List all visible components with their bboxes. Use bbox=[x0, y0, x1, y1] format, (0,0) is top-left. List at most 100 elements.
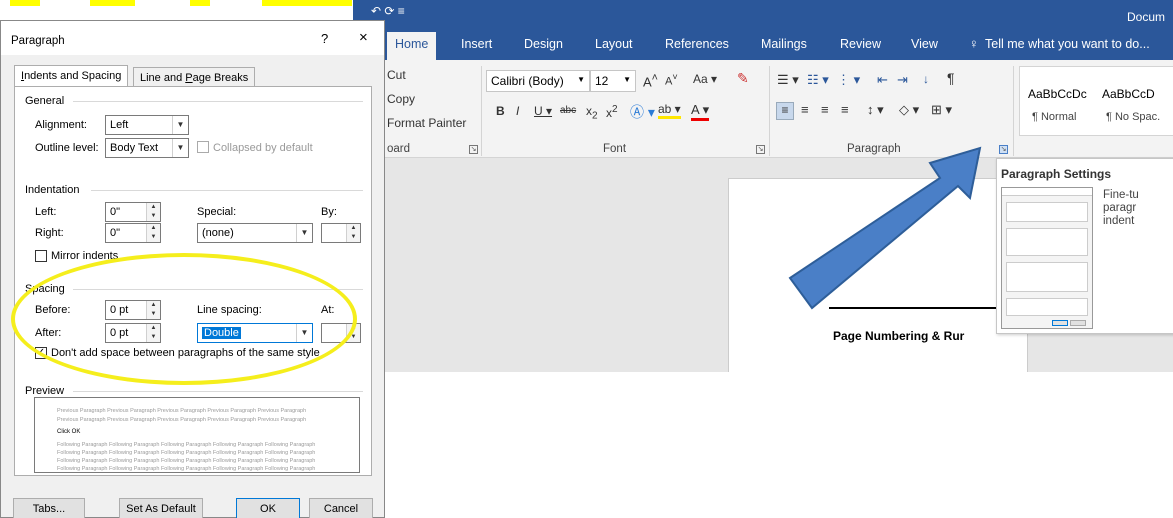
underline-icon[interactable]: U ▾ bbox=[534, 104, 552, 118]
font-color-icon[interactable]: A ▾ bbox=[691, 102, 710, 121]
copy-button[interactable]: Copy bbox=[387, 92, 415, 106]
collapsed-checkbox[interactable] bbox=[197, 141, 209, 153]
ribbon: Cut Copy Format Painter oard ↘ Calibri (… bbox=[353, 60, 1173, 158]
bullets-icon[interactable]: ☰ ▾ bbox=[777, 72, 799, 88]
italic-icon[interactable]: I bbox=[516, 104, 519, 118]
screen: { "word": { "title": "Docum", "tabs": ["… bbox=[0, 0, 1173, 518]
by-label: By: bbox=[321, 206, 337, 218]
style-normal[interactable]: AaBbCcDc ¶ Normal bbox=[1028, 87, 1087, 123]
spinner-arrows-icon[interactable]: ▲ ▼ bbox=[146, 224, 160, 242]
cancel-button[interactable]: Cancel bbox=[309, 498, 373, 518]
indentation-heading: Indentation bbox=[25, 184, 80, 196]
text-effects-icon[interactable]: Ⓐ ▾ bbox=[630, 102, 655, 122]
tooltip-title: Paragraph Settings bbox=[1001, 167, 1112, 181]
style-name: ¶ No Spac. bbox=[1106, 111, 1161, 123]
tab-view[interactable]: View bbox=[911, 37, 938, 51]
special-select[interactable]: (none) ▼ bbox=[197, 223, 313, 243]
divider bbox=[73, 101, 363, 102]
tab-layout[interactable]: Layout bbox=[595, 37, 633, 51]
show-marks-icon[interactable]: ¶ bbox=[947, 70, 955, 86]
subscript-icon[interactable]: x2 bbox=[586, 104, 598, 121]
font-group-label: Font bbox=[603, 143, 627, 155]
style-preview: AaBbCcDc bbox=[1028, 87, 1087, 101]
font-launcher-icon[interactable]: ↘ bbox=[756, 145, 765, 154]
preview-previous-text: Previous Paragraph Previous Paragraph Pr… bbox=[57, 408, 307, 414]
align-left-icon[interactable]: ≡ bbox=[776, 102, 794, 120]
preview-following-text: Following Paragraph Following Paragraph … bbox=[57, 466, 316, 472]
style-no-spacing[interactable]: AaBbCcD ¶ No Spac. bbox=[1102, 87, 1160, 123]
spinner-arrows-icon[interactable]: ▲ ▼ bbox=[146, 203, 160, 221]
preview-previous-text: Previous Paragraph Previous Paragraph Pr… bbox=[57, 417, 307, 423]
left-indent-label: Left: bbox=[35, 206, 57, 218]
preview-following-text: Following Paragraph Following Paragraph … bbox=[57, 442, 316, 448]
sort-icon[interactable]: ↓ bbox=[923, 72, 929, 86]
highlight-mark bbox=[262, 0, 352, 6]
ok-button[interactable]: OK bbox=[236, 498, 300, 518]
preview-following-text: Following Paragraph Following Paragraph … bbox=[57, 458, 316, 464]
justify-icon[interactable]: ≡ bbox=[841, 102, 849, 117]
paragraph-launcher-icon[interactable]: ↘ bbox=[999, 145, 1008, 154]
shading-icon[interactable]: ◇ ▾ bbox=[899, 102, 919, 118]
collapsed-label: Collapsed by default bbox=[213, 142, 313, 154]
tab-indents-and-spacing[interactable]: Indents and Spacing bbox=[14, 65, 129, 87]
left-indent-spinner[interactable]: 0" ▲ ▼ bbox=[105, 202, 161, 222]
set-as-default-button[interactable]: Set As Default bbox=[119, 498, 203, 518]
numbering-icon[interactable]: ☷ ▾ bbox=[807, 72, 829, 88]
clear-formatting-icon[interactable]: ✎ bbox=[737, 70, 749, 87]
strikethrough-icon[interactable]: abc bbox=[560, 105, 576, 116]
borders-icon[interactable]: ⊞ ▾ bbox=[931, 102, 952, 118]
paragraph-settings-tooltip: Paragraph Settings Fine-tu paragr indent bbox=[996, 158, 1173, 334]
superscript-icon[interactable]: x2 bbox=[606, 104, 618, 120]
tab-references[interactable]: References bbox=[665, 37, 729, 51]
highlight-mark bbox=[10, 0, 40, 6]
group-divider bbox=[769, 66, 770, 156]
tab-design[interactable]: Design bbox=[524, 37, 563, 51]
ribbon-tabs: Home Insert Design Layout References Mai… bbox=[353, 32, 1173, 60]
clipboard-group-label: oard bbox=[387, 143, 411, 155]
special-value: (none) bbox=[202, 227, 234, 239]
clipboard-launcher-icon[interactable]: ↘ bbox=[469, 145, 478, 154]
cut-button[interactable]: Cut bbox=[387, 68, 406, 82]
highlight-color-icon[interactable]: ab ▾ bbox=[658, 102, 681, 119]
font-size-combo[interactable]: 12 ▼ bbox=[590, 70, 636, 92]
shrink-font-icon[interactable]: A˅ bbox=[665, 72, 678, 88]
increase-indent-icon[interactable]: ⇥ bbox=[897, 72, 908, 88]
special-label: Special: bbox=[197, 206, 237, 218]
tab-home[interactable]: Home bbox=[387, 32, 437, 60]
grow-font-icon[interactable]: A˄ bbox=[643, 72, 658, 89]
document-heading: Page Numbering & Rur bbox=[833, 329, 965, 343]
format-painter-button[interactable]: Format Painter bbox=[387, 116, 466, 130]
group-divider bbox=[481, 66, 482, 156]
align-center-icon[interactable]: ≡ bbox=[801, 102, 809, 117]
tab-line-and-page-breaks[interactable]: Line and Page Breaks bbox=[133, 67, 256, 87]
tab-accesskey: P bbox=[185, 72, 193, 84]
help-button[interactable]: ? bbox=[321, 31, 328, 46]
align-right-icon[interactable]: ≡ bbox=[821, 102, 829, 117]
spinner-arrows-icon[interactable]: ▲ ▼ bbox=[346, 224, 360, 242]
divider bbox=[91, 190, 363, 191]
tooltip-line: paragr bbox=[1103, 202, 1137, 214]
font-name-combo[interactable]: Calibri (Body) ▼ bbox=[486, 70, 590, 92]
bold-icon[interactable]: B bbox=[496, 104, 505, 118]
alignment-select[interactable]: Left ▼ bbox=[105, 115, 189, 135]
line-spacing-icon[interactable]: ↕ ▾ bbox=[867, 102, 884, 118]
close-icon[interactable]: × bbox=[359, 29, 368, 46]
style-name: ¶ Normal bbox=[1032, 111, 1077, 123]
multilevel-list-icon[interactable]: ⋮ ▾ bbox=[837, 72, 860, 88]
outline-level-label: Outline level: bbox=[35, 142, 99, 154]
tabs-button[interactable]: Tabs... bbox=[13, 498, 85, 518]
arrow-shape bbox=[788, 146, 982, 310]
highlight-mark bbox=[90, 0, 135, 6]
right-indent-spinner[interactable]: 0" ▲ ▼ bbox=[105, 223, 161, 243]
preview-following-text: Following Paragraph Following Paragraph … bbox=[57, 450, 316, 456]
tab-review[interactable]: Review bbox=[840, 37, 881, 51]
tab-insert[interactable]: Insert bbox=[461, 37, 492, 51]
change-case-icon[interactable]: Aa ▾ bbox=[693, 72, 717, 86]
tab-mailings[interactable]: Mailings bbox=[761, 37, 807, 51]
mirror-indents-checkbox[interactable] bbox=[35, 250, 47, 262]
outline-level-select[interactable]: Body Text ▼ bbox=[105, 138, 189, 158]
by-spinner[interactable]: ▲ ▼ bbox=[321, 223, 361, 243]
undo-icon[interactable]: ↶ ⟳ ≡ bbox=[371, 4, 405, 18]
decrease-indent-icon[interactable]: ⇤ bbox=[877, 72, 888, 88]
tell-me-search[interactable]: Tell me what you want to do... bbox=[985, 37, 1150, 51]
